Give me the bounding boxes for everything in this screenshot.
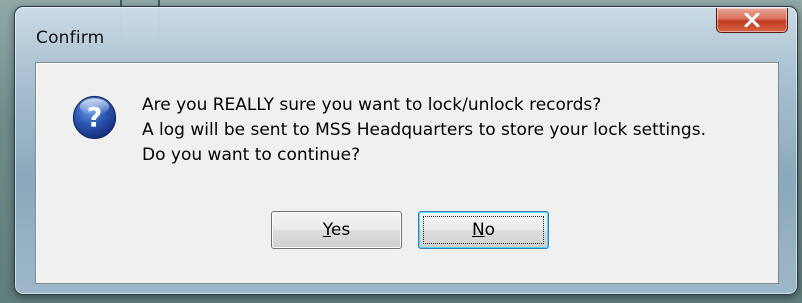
yes-button-label: Yes	[322, 220, 351, 240]
close-icon	[744, 13, 760, 27]
message-text: Are you REALLY sure you want to lock/unl…	[142, 93, 706, 168]
svg-text:?: ?	[87, 102, 102, 133]
close-button[interactable]	[716, 8, 788, 33]
message-line: Do you want to continue?	[142, 145, 361, 165]
question-icon: ?	[72, 95, 117, 140]
dialog-content: ? Are you REALLY sure you want to lock/u…	[35, 62, 779, 284]
no-button[interactable]: No	[418, 211, 549, 249]
no-button-label: No	[471, 220, 496, 240]
confirm-dialog: Confirm ? Are you REALLY sure you want t…	[14, 6, 798, 295]
dialog-title: Confirm	[36, 28, 105, 48]
message-line: A log will be sent to MSS Headquarters t…	[142, 120, 706, 140]
message-line: Are you REALLY sure you want to lock/unl…	[142, 95, 602, 115]
yes-button[interactable]: Yes	[271, 211, 402, 249]
